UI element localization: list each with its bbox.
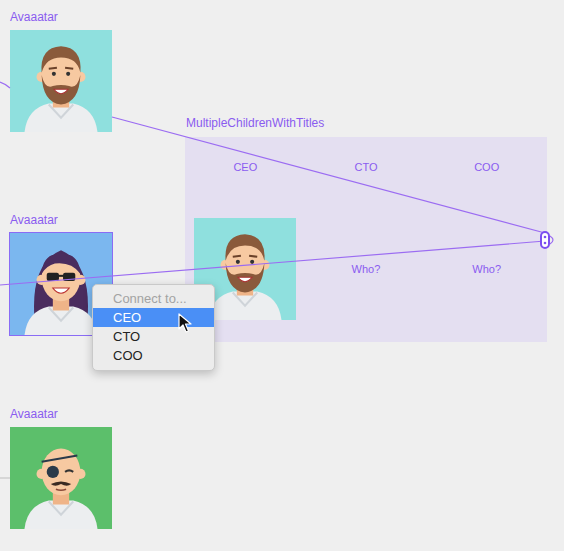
slot-title: COO	[474, 160, 499, 174]
child-slot[interactable]: Who?	[436, 218, 538, 320]
avatar-node[interactable]: Avaaatar	[10, 407, 112, 529]
node-label[interactable]: Avaaatar	[10, 407, 112, 421]
frame-column: COO Who?	[426, 137, 547, 342]
avatar-node[interactable]: Avaaatar	[10, 10, 112, 132]
node-label[interactable]: Avaaatar	[10, 213, 112, 227]
slot-title: CTO	[354, 160, 377, 174]
avatar-image[interactable]	[10, 30, 112, 132]
node-label[interactable]: Avaaatar	[10, 10, 112, 24]
menu-item[interactable]: COO	[93, 346, 214, 365]
connection-line[interactable]	[0, 241, 545, 285]
design-canvas[interactable]: Avaaatar Avaaatar Avaaatar MultipleChildren…	[0, 0, 564, 551]
menu-item-label: COO	[113, 348, 143, 363]
menu-header: Connect to...	[93, 289, 214, 308]
connections-layer	[0, 0, 564, 551]
frame-column: CTO Who?	[306, 137, 427, 342]
context-menu[interactable]: Connect to... CEO CTO COO	[92, 284, 215, 371]
connection-line	[0, 82, 10, 88]
connection-handle-icon[interactable]	[541, 232, 549, 248]
connection-line[interactable]	[112, 117, 545, 233]
menu-item-label: CTO	[113, 329, 140, 344]
slot-title: CEO	[233, 160, 257, 174]
slot-placeholder: Who?	[352, 262, 381, 276]
menu-item-label: CEO	[113, 310, 141, 325]
menu-item[interactable]: CEO	[93, 308, 214, 327]
avatar-image[interactable]	[10, 427, 112, 529]
connection-line	[550, 236, 553, 244]
mouse-cursor-icon	[178, 313, 192, 333]
avatar-face-icon	[10, 30, 112, 132]
slot-placeholder: Who?	[472, 262, 501, 276]
child-slot[interactable]: Who?	[315, 218, 417, 320]
avatar-face-icon	[10, 427, 112, 529]
frame-title[interactable]: MultipleChildrenWithTitles	[186, 116, 324, 130]
menu-item[interactable]: CTO	[93, 327, 214, 346]
component-frame[interactable]: CEO CTO Who? COO Who?	[185, 137, 547, 342]
connection-line	[0, 478, 10, 479]
